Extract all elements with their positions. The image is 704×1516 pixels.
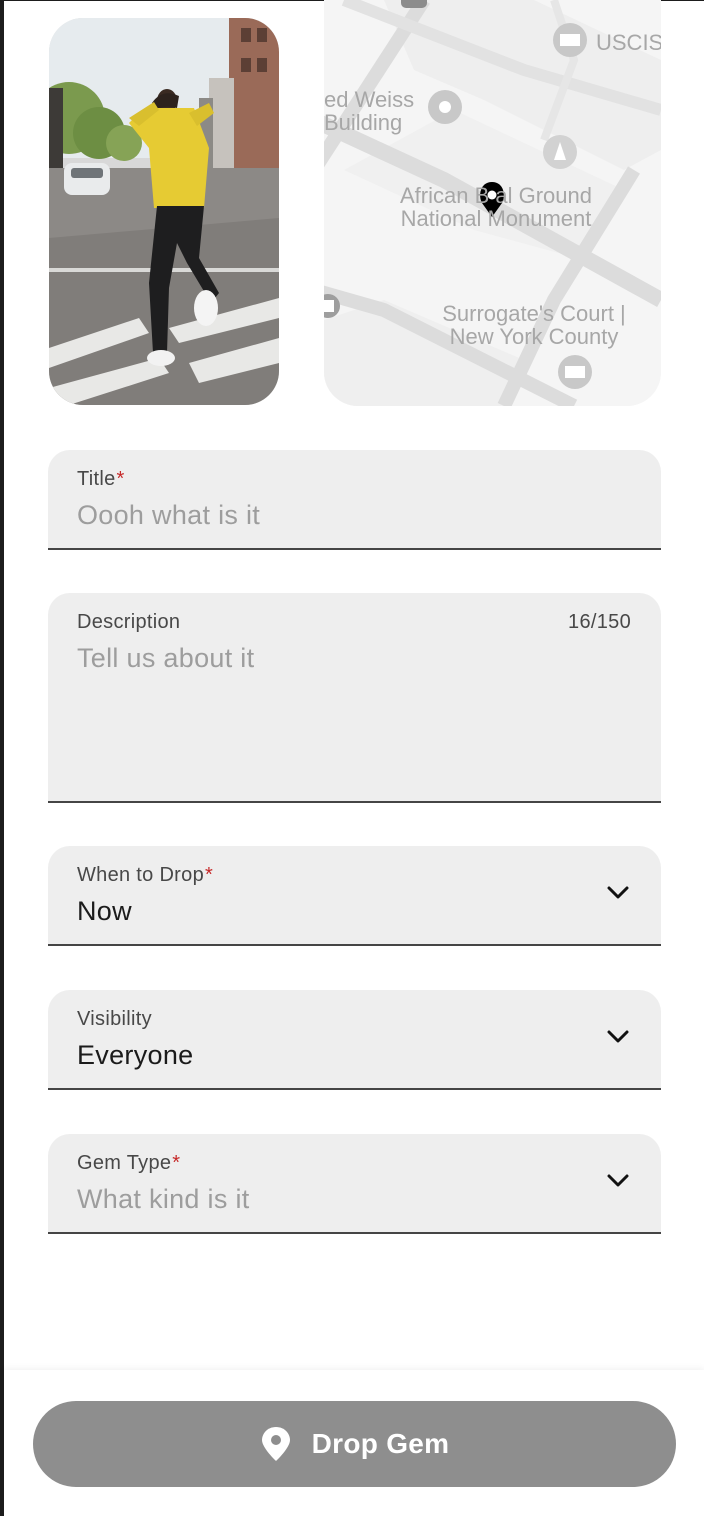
required-mark: * <box>172 1152 181 1174</box>
character-counter: 16/150 <box>568 611 631 633</box>
when-to-drop-select[interactable]: When to Drop* Now <box>48 846 661 946</box>
street-photo <box>49 18 279 405</box>
gem-type-placeholder: What kind is it <box>77 1184 250 1214</box>
description-field[interactable]: Description 16/150 Tell us about it <box>48 593 661 803</box>
title-field[interactable]: Title* Oooh what is it <box>48 450 661 550</box>
title-placeholder: Oooh what is it <box>77 500 261 530</box>
gem-type-label: Gem Type* <box>77 1152 181 1174</box>
gem-type-select[interactable]: Gem Type* What kind is it <box>48 1134 661 1234</box>
drop-gem-label: Drop Gem <box>311 1428 450 1459</box>
left-edge <box>0 0 4 1516</box>
location-pin-icon <box>261 1427 290 1461</box>
chevron-down-icon[interactable] <box>607 886 629 900</box>
photo-preview[interactable] <box>49 18 279 405</box>
chevron-down-icon[interactable] <box>607 1030 629 1044</box>
chevron-down-icon[interactable] <box>607 1174 629 1188</box>
drop-gem-button[interactable]: Drop Gem <box>33 1401 676 1487</box>
map-label-surrogates-court: Surrogate's Court | New York County <box>442 301 626 349</box>
map-label-african-burial-ground: African B al Ground National Monument <box>400 183 592 231</box>
description-label: Description <box>77 611 181 633</box>
description-placeholder: Tell us about it <box>77 643 255 673</box>
map-label-uscis: USCIS <box>596 30 661 55</box>
visibility-label: Visibility <box>77 1008 152 1030</box>
title-label: Title* <box>77 468 125 490</box>
required-mark: * <box>205 864 214 886</box>
visibility-select[interactable]: Visibility Everyone <box>48 990 661 1090</box>
visibility-value: Everyone <box>77 1040 194 1070</box>
map-label-weiss: ed Weiss Building <box>324 87 415 135</box>
when-to-drop-label: When to Drop* <box>77 864 214 886</box>
when-to-drop-value: Now <box>77 896 132 926</box>
map-preview[interactable]: ed Weiss Building USCIS African B al Grou… <box>324 0 661 406</box>
required-mark: * <box>116 468 125 490</box>
